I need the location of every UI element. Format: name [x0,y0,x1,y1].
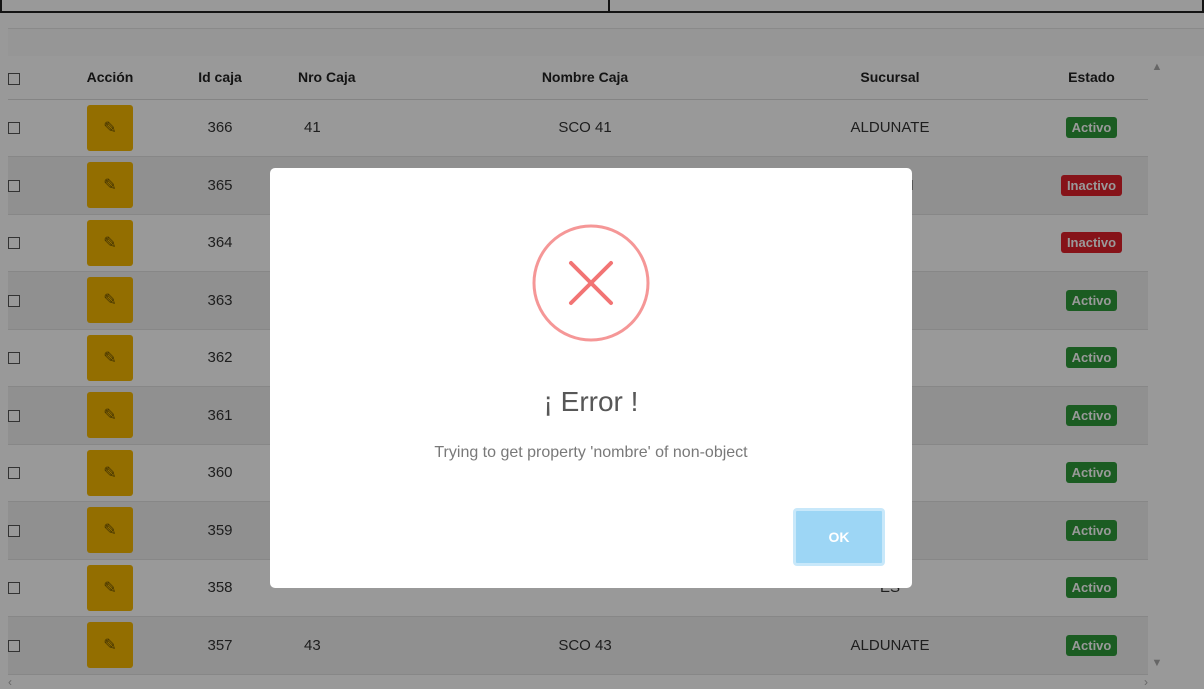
ok-button[interactable]: OK [793,508,885,566]
dialog-message: Trying to get property 'nombre' of non-o… [434,444,748,461]
error-x-icon [532,224,650,342]
dialog-title: ¡ Error ! [543,386,639,417]
error-dialog: ¡ Error ! Trying to get property 'nombre… [270,168,912,588]
